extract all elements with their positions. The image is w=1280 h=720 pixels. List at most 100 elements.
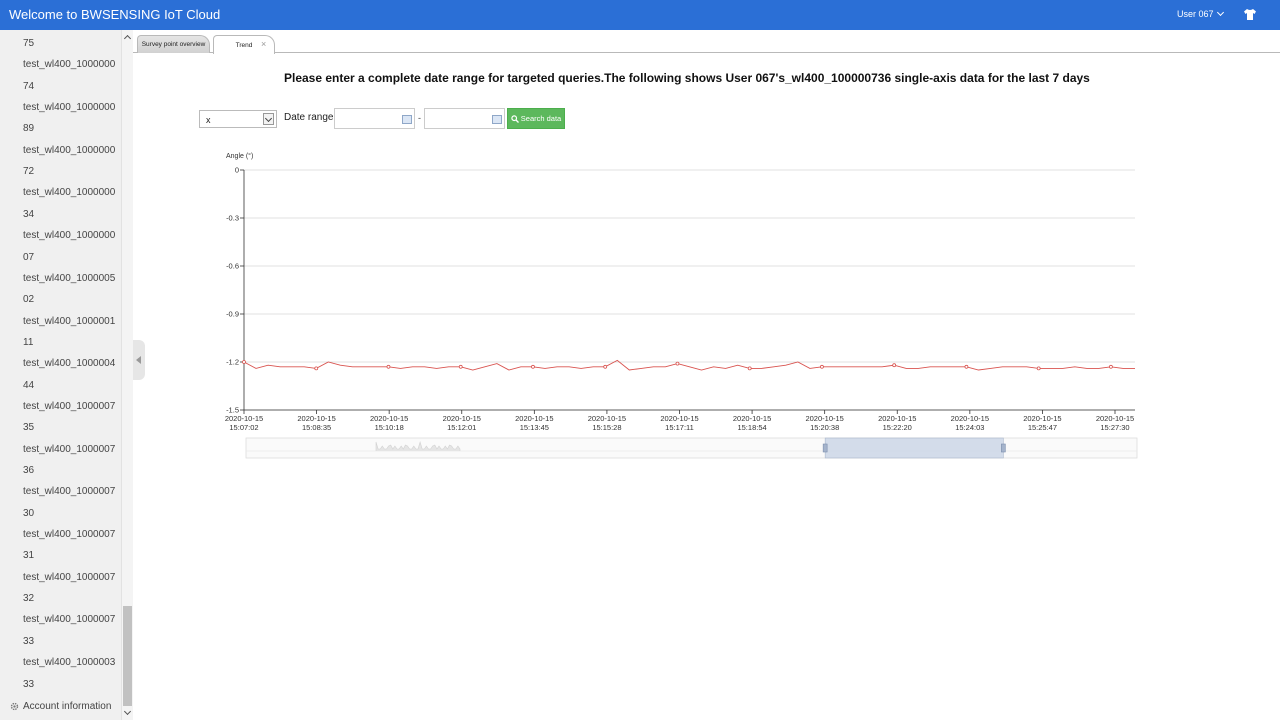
data-point[interactable] (820, 364, 824, 369)
calendar-icon[interactable] (492, 115, 502, 124)
sidebar-item-text[interactable]: test_wl400_1000000 (23, 230, 115, 241)
data-point[interactable] (892, 363, 897, 368)
axis-select[interactable]: x (199, 110, 277, 128)
sidebar-item-text[interactable]: 30 (23, 508, 34, 519)
sidebar-item-text[interactable]: 33 (23, 679, 34, 690)
tab-label: Trend (235, 41, 253, 49)
data-point[interactable] (314, 366, 319, 371)
x-tick-label-date: 2020-10-15 (370, 414, 408, 423)
scroll-up-icon[interactable] (123, 34, 132, 43)
data-point[interactable] (603, 364, 608, 369)
scroll-thumb[interactable] (123, 606, 132, 706)
account-information-label: Account information (23, 701, 112, 712)
sidebar-item-text[interactable]: test_wl400_1000000 (23, 187, 115, 198)
sidebar-item-text[interactable]: test_wl400_1000001 (23, 316, 115, 327)
data-zoom-handle[interactable] (822, 443, 828, 453)
x-tick-label-time: 15:17:11 (665, 423, 694, 432)
data-point[interactable] (747, 366, 752, 371)
x-tick-label-time: 15:13:45 (520, 423, 549, 432)
data-point[interactable] (386, 364, 391, 369)
sidebar-collapse-handle[interactable] (133, 340, 145, 380)
theme-shirt-icon[interactable] (1244, 9, 1256, 20)
page-heading: Please enter a complete date range for t… (284, 71, 1090, 85)
sidebar-scrollbar[interactable] (121, 30, 133, 720)
data-zoom-window[interactable] (824, 437, 1004, 459)
app-title: Welcome to BWSENSING IoT Cloud (9, 7, 221, 22)
data-point[interactable] (675, 361, 680, 366)
x-tick-label-time: 15:27:30 (1100, 423, 1129, 432)
sidebar-item-text[interactable]: test_wl400_1000007 (23, 529, 115, 540)
collapse-left-icon (136, 356, 141, 364)
x-tick-label-time: 15:12:01 (447, 423, 476, 432)
sidebar-item-text[interactable]: 02 (23, 294, 34, 305)
sidebar-item-text[interactable]: 89 (23, 123, 34, 134)
sidebar-item-text[interactable]: test_wl400_1000007 (23, 444, 115, 455)
date-range-label: Date range: (284, 112, 337, 123)
user-menu[interactable]: User 067 (1177, 8, 1224, 19)
sidebar-item-text[interactable]: 31 (23, 550, 34, 561)
sidebar-item-text[interactable]: test_wl400_1000007 (23, 572, 115, 583)
sidebar-item-text[interactable]: 36 (23, 465, 34, 476)
calendar-icon[interactable] (402, 115, 412, 124)
sidebar-item-text[interactable]: 34 (23, 209, 34, 220)
y-axis-label: Angle (°) (226, 152, 253, 160)
y-tick-label: 0 (235, 166, 239, 175)
tab-bar: Survey point overview Trend × (133, 30, 1280, 54)
sidebar-item-text[interactable]: test_wl400_1000005 (23, 273, 115, 284)
y-tick-label: -1.2 (226, 358, 239, 367)
sidebar-item-text[interactable]: test_wl400_1000003 (23, 657, 115, 668)
x-tick-label-date: 2020-10-15 (297, 414, 335, 423)
close-icon[interactable]: × (261, 39, 266, 49)
data-point[interactable] (964, 364, 969, 369)
x-tick-label-date: 2020-10-15 (660, 414, 698, 423)
account-information-link[interactable]: Account information (10, 701, 111, 712)
end-date-input[interactable] (424, 108, 505, 129)
sidebar-item-text[interactable]: test_wl400_1000007 (23, 486, 115, 497)
x-tick-label-date: 2020-10-15 (805, 414, 843, 423)
x-tick-label-time: 15:18:54 (737, 423, 766, 432)
data-point[interactable] (242, 360, 246, 364)
tab-survey-point-overview[interactable]: Survey point overview (137, 35, 210, 53)
data-point[interactable] (531, 364, 535, 369)
x-tick-label-date: 2020-10-15 (951, 414, 989, 423)
sidebar-item-text[interactable]: test_wl400_1000007 (23, 614, 115, 625)
x-tick-label-time: 15:08:35 (302, 423, 331, 432)
sidebar-item-text[interactable]: 11 (23, 337, 33, 348)
sidebar-item-text[interactable]: 44 (23, 380, 34, 391)
sidebar-item-text[interactable]: test_wl400_1000000 (23, 102, 115, 113)
sidebar-item-text[interactable]: 74 (23, 81, 34, 92)
data-zoom-handle[interactable] (1001, 443, 1006, 453)
tab-label: Survey point overview (141, 41, 206, 48)
data-point[interactable] (458, 364, 463, 369)
search-data-button[interactable]: Search data (507, 108, 565, 129)
sidebar-item-text[interactable]: test_wl400_1000004 (23, 358, 115, 369)
x-tick-label-date: 2020-10-15 (878, 414, 916, 423)
axis-select-value: x (206, 115, 211, 125)
sidebar-item-text[interactable]: 07 (23, 252, 34, 263)
x-tick-label-time: 15:25:47 (1028, 423, 1057, 432)
search-data-label: Search data (520, 114, 562, 123)
chevron-down-icon[interactable] (263, 113, 274, 125)
user-name: User 067 (1177, 9, 1214, 19)
sidebar-item-text[interactable]: 75 (23, 38, 34, 49)
sidebar-item-text[interactable]: 33 (23, 636, 34, 647)
x-tick-label-date: 2020-10-15 (733, 414, 771, 423)
x-tick-label-date: 2020-10-15 (588, 414, 626, 423)
sidebar-item-text[interactable]: test_wl400_1000000 (23, 145, 115, 156)
x-tick-label-date: 2020-10-15 (1096, 414, 1134, 423)
search-icon (511, 114, 519, 123)
sidebar-item-text[interactable]: test_wl400_1000007 (23, 401, 115, 412)
sidebar-item-text[interactable]: 32 (23, 593, 34, 604)
sidebar-item-text[interactable]: test_wl400_1000000 (23, 59, 115, 70)
x-tick-label-time: 15:07:02 (229, 423, 258, 432)
trend-chart: Angle (°) 0-0.3-0.6-0.9-1.2-1.5 2020-10-… (225, 152, 1138, 459)
scroll-down-icon[interactable] (123, 707, 132, 716)
sidebar-item-text[interactable]: 72 (23, 166, 34, 177)
data-point[interactable] (1036, 366, 1041, 371)
data-point[interactable] (1109, 364, 1113, 369)
x-tick-label-date: 2020-10-15 (515, 414, 553, 423)
sidebar-item-text[interactable]: 35 (23, 422, 34, 433)
tab-trend[interactable]: Trend × (213, 35, 275, 54)
chevron-down-icon (1216, 8, 1224, 17)
start-date-input[interactable] (334, 108, 415, 129)
